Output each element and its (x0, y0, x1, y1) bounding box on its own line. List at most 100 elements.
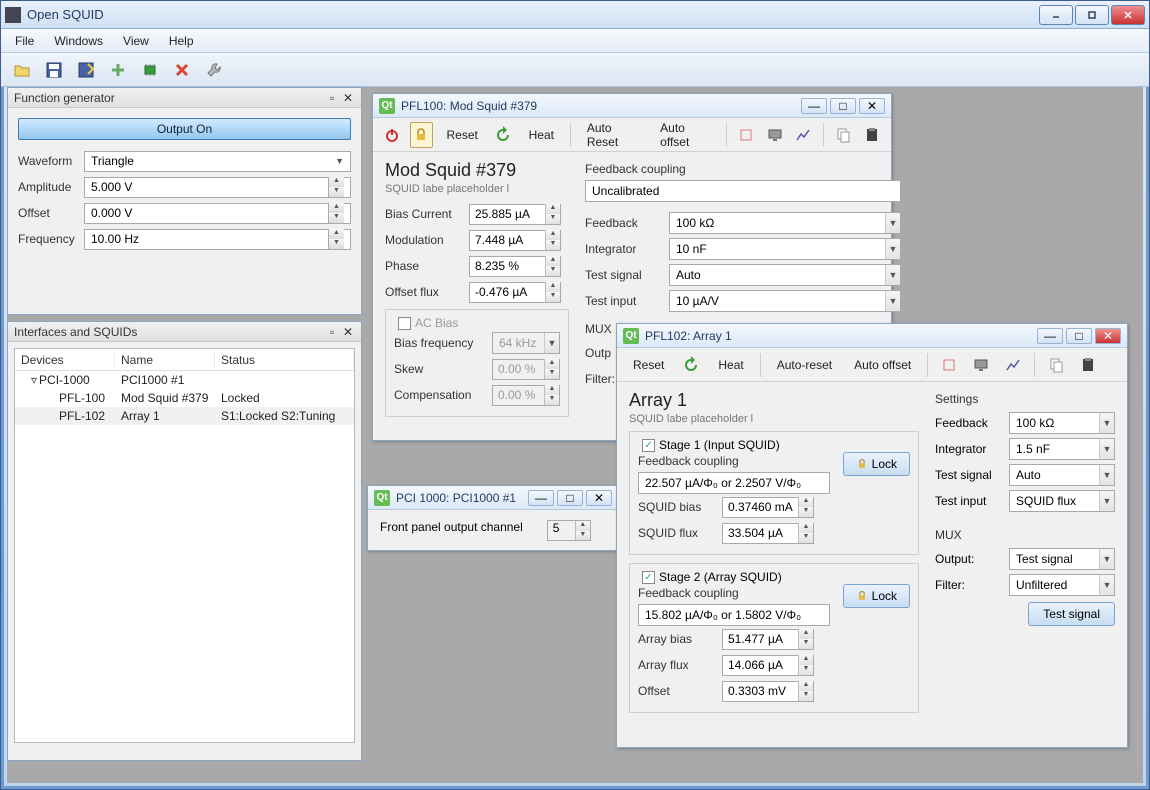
dock-close-icon[interactable]: ✕ (341, 91, 355, 105)
acbias-checkbox[interactable] (398, 317, 411, 330)
close-button[interactable]: ✕ (1095, 328, 1121, 344)
s2-abias-input[interactable]: 51.477 µA▲▼ (722, 629, 814, 650)
paste-icon[interactable] (1075, 352, 1101, 378)
refresh-icon[interactable] (678, 352, 704, 378)
refresh-icon[interactable] (492, 122, 515, 148)
s1-fc-label: Feedback coupling (638, 454, 835, 468)
power-icon[interactable] (381, 122, 404, 148)
saveas-icon[interactable] (73, 57, 99, 83)
mux-filter-combo[interactable]: Unfiltered▼ (1009, 574, 1115, 596)
close-button[interactable] (1111, 5, 1145, 25)
set-feedback-combo[interactable]: 100 kΩ▼ (1009, 412, 1115, 434)
maximize-button[interactable]: □ (557, 490, 583, 506)
minimize-button[interactable] (1039, 5, 1073, 25)
col-status[interactable]: Status (215, 353, 354, 367)
autoreset-button[interactable]: Auto-reset (769, 354, 840, 376)
feedback-combo[interactable]: 100 kΩ▼ (669, 212, 901, 234)
test-input-combo[interactable]: 10 µA/V▼ (669, 290, 901, 312)
reset-button[interactable]: Reset (625, 354, 672, 376)
integrator-combo[interactable]: 10 nF▼ (669, 238, 901, 260)
col-devices[interactable]: Devices (15, 353, 115, 367)
cube-icon[interactable] (734, 122, 757, 148)
dock-function-generator: Function generator ▫ ✕ Output On Wavefor… (7, 87, 362, 315)
test-signal-combo[interactable]: Auto▼ (669, 264, 901, 286)
offset-flux-input[interactable]: -0.476 µA▲▼ (469, 282, 561, 303)
mux-output-combo[interactable]: Test signal▼ (1009, 548, 1115, 570)
minimize-button[interactable]: — (1037, 328, 1063, 344)
amplitude-input[interactable]: 5.000 V▲▼ (84, 177, 351, 198)
copy-icon[interactable] (1043, 352, 1069, 378)
dock-interfaces: Interfaces and SQUIDs ▫ ✕ Devices Name S… (7, 321, 362, 761)
heat-button[interactable]: Heat (710, 354, 751, 376)
dock-float-icon[interactable]: ▫ (325, 91, 339, 105)
compensation-input: 0.00 %▲▼ (492, 385, 560, 406)
tree-row[interactable]: PFL-102Array 1S1:Locked S2:Tuning (15, 407, 354, 425)
test-signal-label: Test signal (585, 268, 663, 282)
tree-row[interactable]: PFL-100Mod Squid #379Locked (15, 389, 354, 407)
window-title: PCI 1000: PCI1000 #1 (396, 491, 525, 505)
menu-windows[interactable]: Windows (44, 31, 113, 51)
maximize-button[interactable]: □ (830, 98, 856, 114)
close-button[interactable]: ✕ (586, 490, 612, 506)
monitor-icon[interactable] (763, 122, 786, 148)
lock-icon[interactable] (410, 122, 433, 148)
front-panel-input[interactable]: 5▲▼ (547, 520, 591, 541)
chip-icon[interactable] (137, 57, 163, 83)
s1-fc-input[interactable]: 22.507 µA/Φ₀ or 2.2507 V/Φ₀ (638, 472, 830, 494)
set-integrator-combo[interactable]: 1.5 nF▼ (1009, 438, 1115, 460)
delete-icon[interactable] (169, 57, 195, 83)
add-icon[interactable] (105, 57, 131, 83)
autooffset-button[interactable]: Auto offset (846, 354, 919, 376)
frequency-input[interactable]: 10.00 Hz▲▼ (84, 229, 351, 250)
stage2-checkbox[interactable] (642, 571, 655, 584)
skew-input: 0.00 %▲▼ (492, 359, 560, 380)
waveform-combo[interactable]: Triangle▼ (84, 151, 351, 172)
set-test-input-combo[interactable]: SQUID flux▼ (1009, 490, 1115, 512)
graph-icon[interactable] (792, 122, 815, 148)
tree-row[interactable]: ▿PCI-1000PCI1000 #1 (15, 371, 354, 389)
menu-file[interactable]: File (5, 31, 44, 51)
phase-input[interactable]: 8.235 %▲▼ (469, 256, 561, 277)
close-button[interactable]: ✕ (859, 98, 885, 114)
set-test-signal-combo[interactable]: Auto▼ (1009, 464, 1115, 486)
s2-aflux-input[interactable]: 14.066 µA▲▼ (722, 655, 814, 676)
dock-float-icon[interactable]: ▫ (325, 325, 339, 339)
s1-flux-input[interactable]: 33.504 µA▲▼ (722, 523, 814, 544)
heat-button[interactable]: Heat (521, 124, 562, 146)
stage1-checkbox[interactable] (642, 439, 655, 452)
minimize-button[interactable]: — (801, 98, 827, 114)
paste-icon[interactable] (860, 122, 883, 148)
s2-lock-button[interactable]: Lock (843, 584, 910, 608)
s1-lock-button[interactable]: Lock (843, 452, 910, 476)
maximize-button[interactable] (1075, 5, 1109, 25)
offset-input[interactable]: 0.000 V▲▼ (84, 203, 351, 224)
autoreset-button[interactable]: Auto Reset (579, 117, 646, 153)
bias-freq-combo: 64 kHz▼ (492, 332, 560, 354)
dock-close-icon[interactable]: ✕ (341, 325, 355, 339)
feedback-coupling-input[interactable]: Uncalibrated (585, 180, 901, 202)
offset-flux-label: Offset flux (385, 285, 463, 299)
graph-icon[interactable] (1000, 352, 1026, 378)
s2-fc-input[interactable]: 15.802 µA/Φ₀ or 1.5802 V/Φ₀ (638, 604, 830, 626)
s2-offset-input[interactable]: 0.3303 mV▲▼ (722, 681, 814, 702)
minimize-button[interactable]: — (528, 490, 554, 506)
output-on-button[interactable]: Output On (18, 118, 351, 140)
autooffset-button[interactable]: Auto offset (652, 117, 717, 153)
monitor-icon[interactable] (968, 352, 994, 378)
menu-help[interactable]: Help (159, 31, 204, 51)
col-name[interactable]: Name (115, 353, 215, 367)
feedback-label: Feedback (585, 216, 663, 230)
save-icon[interactable] (41, 57, 67, 83)
maximize-button[interactable]: □ (1066, 328, 1092, 344)
menu-view[interactable]: View (113, 31, 159, 51)
modulation-input[interactable]: 7.448 µA▲▼ (469, 230, 561, 251)
copy-icon[interactable] (832, 122, 855, 148)
reset-button[interactable]: Reset (439, 124, 486, 146)
test-signal-button[interactable]: Test signal (1028, 602, 1115, 626)
open-icon[interactable] (9, 57, 35, 83)
s1-bias-input[interactable]: 0.37460 mA▲▼ (722, 497, 814, 518)
cube-icon[interactable] (936, 352, 962, 378)
bias-current-input[interactable]: 25.885 µA▲▼ (469, 204, 561, 225)
wrench-icon[interactable] (201, 57, 227, 83)
devices-tree[interactable]: Devices Name Status ▿PCI-1000PCI1000 #1P… (14, 348, 355, 743)
